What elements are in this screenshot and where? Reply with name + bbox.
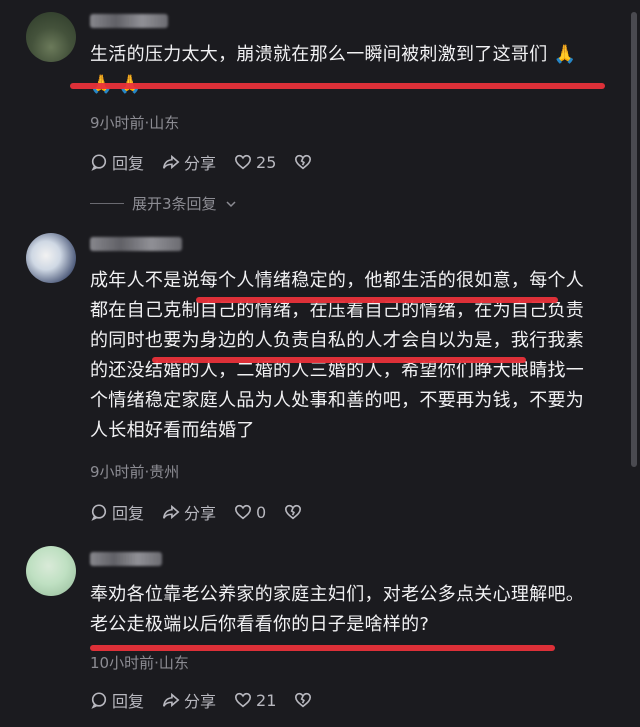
share-button[interactable]: 分享: [162, 500, 216, 524]
scrollbar-thumb[interactable]: [631, 12, 637, 467]
heart-icon: [235, 504, 252, 520]
broken-heart-icon: [295, 692, 312, 708]
dislike-button[interactable]: [284, 503, 302, 521]
reply-button[interactable]: 回复: [90, 150, 144, 174]
share-button[interactable]: 分享: [162, 150, 216, 174]
reply-label: 回复: [112, 504, 145, 523]
highlight-underline: [90, 645, 555, 651]
chevron-down-icon: [226, 200, 236, 207]
reply-label: 回复: [112, 692, 145, 711]
heart-icon: [235, 154, 252, 170]
comment-meta: 9小时前·山东: [90, 114, 180, 132]
like-button[interactable]: 25: [234, 153, 276, 172]
broken-heart-icon: [285, 504, 302, 520]
username-blurred[interactable]: [90, 552, 162, 566]
comment-text: 成年人不是说每个人情绪稳定的，他都生活的很如意，每个人都在自己克制自己的情绪，在…: [90, 270, 585, 441]
dislike-button[interactable]: [294, 153, 312, 171]
broken-heart-icon: [295, 154, 312, 170]
avatar[interactable]: [26, 12, 76, 62]
share-label: 分享: [184, 154, 217, 173]
reply-label: 回复: [112, 154, 145, 173]
comment-text: 奉劝各位靠老公养家的家庭主妇们，对老公多点关心理解吧。老公走极端以后你看看你的日…: [90, 584, 585, 635]
avatar[interactable]: [26, 233, 76, 283]
comment-bubble-icon: [91, 154, 107, 171]
comment-meta: 10小时前·山东: [90, 654, 189, 672]
like-count: 25: [256, 152, 277, 172]
share-button[interactable]: 分享: [162, 688, 216, 712]
like-button[interactable]: 21: [234, 691, 276, 710]
comment-bubble-icon: [91, 504, 107, 521]
heart-icon: [235, 692, 252, 708]
share-arrow-icon: [163, 692, 180, 708]
share-arrow-icon: [163, 504, 180, 520]
share-arrow-icon: [163, 154, 180, 170]
divider-line: [90, 203, 124, 204]
action-bar: 回复 分享 0: [90, 500, 302, 524]
reply-button[interactable]: 回复: [90, 688, 144, 712]
action-bar: 回复 分享 21: [90, 688, 312, 712]
scrollbar[interactable]: [628, 0, 640, 727]
action-bar: 回复 分享 25: [90, 150, 312, 174]
dislike-button[interactable]: [294, 691, 312, 709]
share-label: 分享: [184, 504, 217, 523]
expand-replies-label: 展开3条回复: [132, 195, 217, 213]
avatar[interactable]: [26, 546, 76, 596]
comment-bubble-icon: [91, 692, 107, 709]
reply-button[interactable]: 回复: [90, 500, 144, 524]
comment-text: 生活的压力太大，崩溃就在那么一瞬间被刺激到了这哥们 🙏 🙏 🙏: [90, 44, 577, 95]
username-blurred[interactable]: [90, 237, 182, 251]
share-label: 分享: [184, 692, 217, 711]
like-button[interactable]: 0: [234, 503, 266, 522]
like-count: 21: [256, 690, 277, 710]
username-blurred[interactable]: [90, 14, 168, 28]
like-count: 0: [256, 502, 267, 522]
expand-replies-button[interactable]: 展开3条回复: [90, 193, 237, 214]
comment-meta: 9小时前·贵州: [90, 463, 180, 481]
